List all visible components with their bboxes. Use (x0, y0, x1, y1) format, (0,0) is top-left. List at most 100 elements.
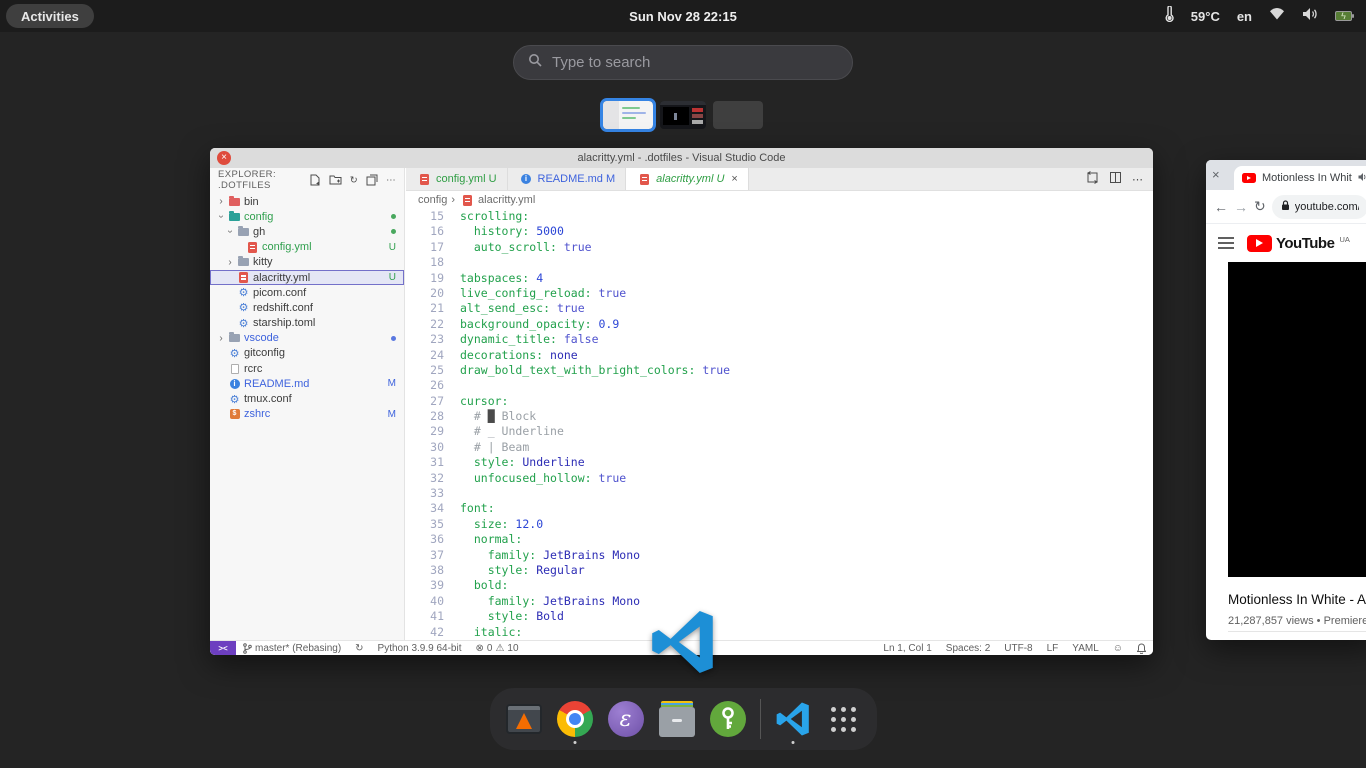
code-line-34[interactable]: 34font: (406, 501, 1153, 516)
code-line-26[interactable]: 26 (406, 378, 1153, 393)
code-editor[interactable]: 15scrolling:16 history: 500017 auto_scro… (406, 209, 1153, 640)
new-folder-icon[interactable] (329, 174, 342, 186)
indentation-setting[interactable]: Spaces: 2 (939, 643, 997, 654)
tree-item-README-md[interactable]: iREADME.mdM (210, 376, 404, 391)
code-line-33[interactable]: 33 (406, 486, 1153, 501)
tab-close-icon[interactable]: × (731, 173, 737, 185)
tree-item-zshrc[interactable]: $zshrcM (210, 407, 404, 422)
cursor-position[interactable]: Ln 1, Col 1 (876, 643, 938, 654)
sync-button[interactable]: ↻ (348, 643, 370, 654)
workspace-thumbnail-1[interactable] (603, 101, 653, 129)
code-line-21[interactable]: 21alt_send_esc: true (406, 301, 1153, 316)
dock-emacs-icon[interactable]: ε (607, 696, 645, 742)
vscode-titlebar[interactable]: alacritty.yml - .dotfiles - Visual Studi… (210, 148, 1153, 168)
code-line-30[interactable]: 30 # | Beam (406, 440, 1153, 455)
video-title[interactable]: Motionless In White - Anot (1228, 592, 1366, 607)
dock-keepassxc-icon[interactable] (709, 696, 747, 742)
split-editor-icon[interactable] (1109, 171, 1122, 187)
collapse-folders-icon[interactable] (366, 174, 378, 186)
code-line-24[interactable]: 24decorations: none (406, 348, 1153, 363)
refresh-icon[interactable]: ↻ (350, 175, 358, 186)
code-line-42[interactable]: 42 italic: (406, 625, 1153, 640)
git-branch-item[interactable]: master* (Rebasing) (236, 643, 348, 654)
editor-tab-config-yml[interactable]: config.yml U (406, 168, 508, 190)
workspace-thumbnail-2[interactable] (660, 101, 706, 129)
forward-button[interactable]: → (1234, 199, 1248, 215)
editor-tab-README-md[interactable]: iREADME.md M (508, 168, 627, 190)
tree-item-vscode[interactable]: ›vscode (210, 331, 404, 346)
remote-indicator[interactable]: >< (210, 641, 236, 656)
code-line-27[interactable]: 27cursor: (406, 394, 1153, 409)
encoding-setting[interactable]: UTF-8 (997, 643, 1039, 654)
breadcrumb[interactable]: config › alacritty.yml (406, 191, 1153, 209)
new-file-icon[interactable] (309, 174, 321, 186)
reload-button[interactable]: ↻ (1254, 198, 1266, 215)
code-line-29[interactable]: 29 # _ Underline (406, 424, 1153, 439)
feedback-icon[interactable]: ☺ (1106, 643, 1130, 654)
breadcrumb-file[interactable]: alacritty.yml (478, 194, 535, 206)
python-interpreter[interactable]: Python 3.9.9 64-bit (371, 643, 469, 654)
tree-item-rcrc[interactable]: rcrc (210, 361, 404, 376)
dock-files-icon[interactable] (658, 696, 696, 742)
code-line-16[interactable]: 16 history: 5000 (406, 224, 1153, 239)
tree-item-tmux-conf[interactable]: ⚙tmux.conf (210, 391, 404, 406)
editor-more-icon[interactable]: ⋯ (1132, 173, 1143, 186)
code-line-35[interactable]: 35 size: 12.0 (406, 517, 1153, 532)
dock-chrome-icon[interactable] (556, 696, 594, 742)
window-close-button[interactable]: × (217, 151, 231, 165)
code-line-28[interactable]: 28 # █ Block (406, 409, 1153, 424)
address-bar[interactable]: youtube.com/wa (1272, 195, 1366, 219)
code-line-38[interactable]: 38 style: Regular (406, 563, 1153, 578)
keyboard-layout-indicator[interactable]: en (1237, 9, 1252, 24)
overview-search[interactable] (513, 45, 853, 80)
tree-item-picom-conf[interactable]: ⚙picom.conf (210, 285, 404, 300)
chrome-window[interactable]: × Motionless In White - / ← → ↻ youtube.… (1206, 160, 1366, 640)
code-line-20[interactable]: 20live_config_reload: true (406, 286, 1153, 301)
search-input[interactable] (552, 54, 838, 71)
more-actions-icon[interactable]: ⋯ (386, 175, 396, 186)
tree-item-config[interactable]: ›config (210, 209, 404, 224)
tree-item-gh[interactable]: ›gh (210, 224, 404, 239)
code-line-31[interactable]: 31 style: Underline (406, 455, 1153, 470)
system-tray[interactable]: 59°C en ϟ (1164, 0, 1352, 32)
window-close-button[interactable]: × (1212, 167, 1220, 182)
browser-tab[interactable]: Motionless In White - / (1234, 166, 1366, 190)
code-line-37[interactable]: 37 family: JetBrains Mono (406, 548, 1153, 563)
code-line-22[interactable]: 22background_opacity: 0.9 (406, 317, 1153, 332)
tree-item-config-yml[interactable]: config.ymlU (210, 240, 404, 255)
menu-icon[interactable] (1218, 237, 1234, 249)
youtube-logo[interactable]: YouTube UA (1247, 235, 1350, 252)
code-line-15[interactable]: 15scrolling: (406, 209, 1153, 224)
clock[interactable]: Sun Nov 28 22:15 (0, 9, 1366, 24)
dock-vscode-icon[interactable] (774, 696, 812, 742)
code-line-40[interactable]: 40 family: JetBrains Mono (406, 594, 1153, 609)
code-line-39[interactable]: 39 bold: (406, 578, 1153, 593)
code-line-36[interactable]: 36 normal: (406, 532, 1153, 547)
code-line-41[interactable]: 41 style: Bold (406, 609, 1153, 624)
code-line-32[interactable]: 32 unfocused_hollow: true (406, 471, 1153, 486)
notifications-bell-icon[interactable] (1130, 643, 1153, 654)
open-changes-icon[interactable] (1086, 171, 1099, 187)
workspace-thumbnail-3[interactable] (713, 101, 763, 129)
tree-item-kitty[interactable]: ›kitty (210, 255, 404, 270)
tree-item-redshift-conf[interactable]: ⚙redshift.conf (210, 300, 404, 315)
code-line-17[interactable]: 17 auto_scroll: true (406, 240, 1153, 255)
code-line-19[interactable]: 19tabspaces: 4 (406, 271, 1153, 286)
vscode-app-icon[interactable] (651, 610, 715, 674)
tree-item-starship-toml[interactable]: ⚙starship.toml (210, 316, 404, 331)
code-line-18[interactable]: 18 (406, 255, 1153, 270)
vscode-window[interactable]: alacritty.yml - .dotfiles - Visual Studi… (210, 148, 1153, 655)
code-line-23[interactable]: 23dynamic_title: false (406, 332, 1153, 347)
tree-item-gitconfig[interactable]: ⚙gitconfig (210, 346, 404, 361)
breadcrumb-folder[interactable]: config (418, 194, 447, 206)
language-mode[interactable]: YAML (1065, 643, 1106, 654)
editor-tab-alacritty-yml[interactable]: alacritty.yml U× (626, 168, 749, 190)
back-button[interactable]: ← (1214, 199, 1228, 215)
dock-app-grid-icon[interactable] (825, 696, 863, 742)
tab-audio-icon[interactable] (1358, 169, 1366, 187)
tree-item-bin[interactable]: ›bin (210, 194, 404, 209)
problems-indicator[interactable]: ⊗ 0 ⚠ 10 (469, 643, 526, 654)
dock-alacritty-icon[interactable] (505, 696, 543, 742)
tree-item-alacritty-yml[interactable]: alacritty.ymlU (210, 270, 404, 285)
code-line-25[interactable]: 25draw_bold_text_with_bright_colors: tru… (406, 363, 1153, 378)
